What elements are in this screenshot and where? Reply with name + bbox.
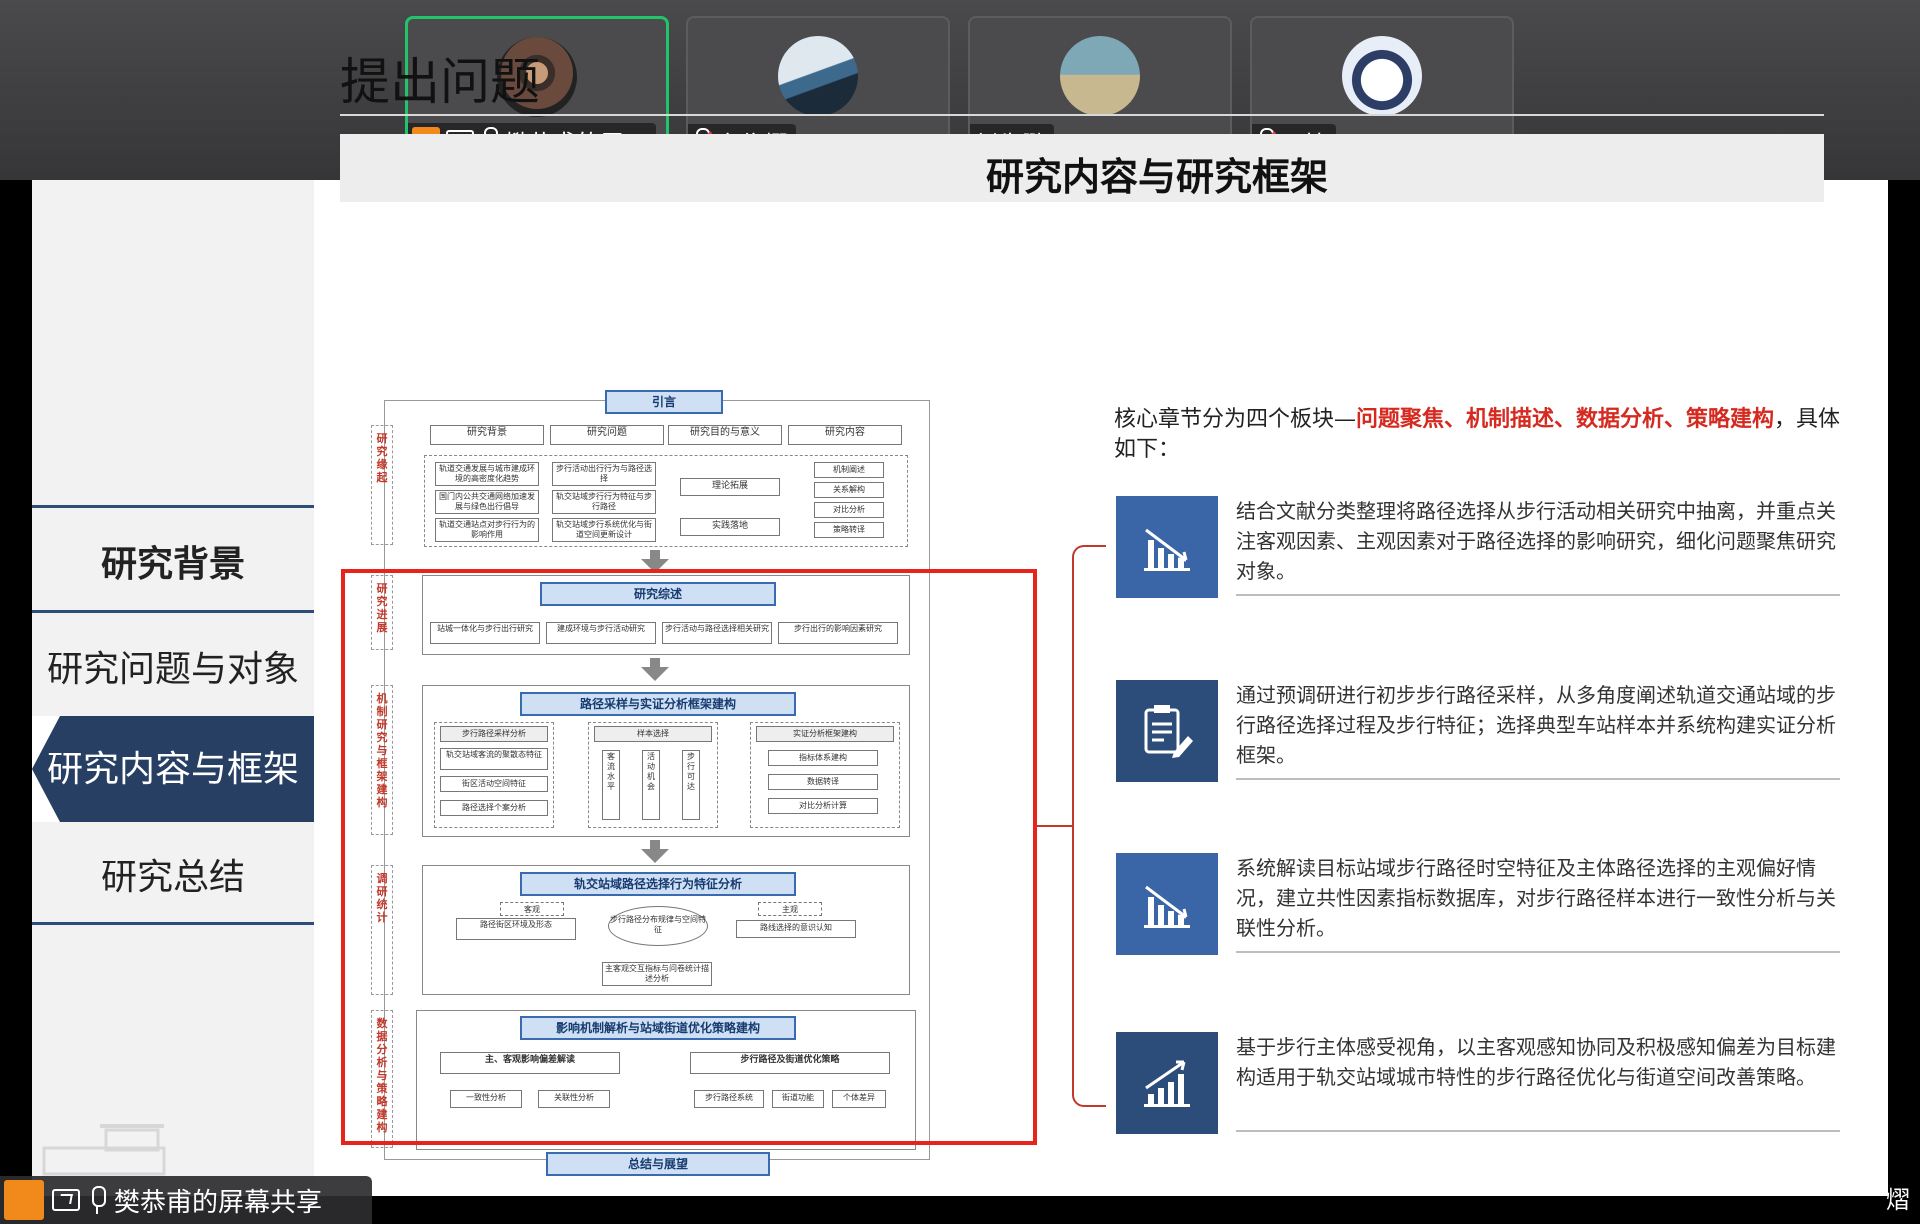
screen-share-indicator[interactable]: 樊恭甫的屏幕共享 xyxy=(0,1176,372,1224)
content-block-1: 结合文献分类整理将路径选择从步行活动相关研究中抽离，并重点关注客观因素、主观因素… xyxy=(1116,496,1844,600)
method-item: 实践落地 xyxy=(680,518,780,536)
divider xyxy=(32,610,314,613)
bar-chart-down-icon xyxy=(1116,853,1218,955)
side-label-origin: 研究缘起 xyxy=(371,425,393,545)
share-label: 樊恭甫的屏幕共享 xyxy=(114,1187,323,1218)
block-text: 通过预调研进行初步步行路径采样，从多角度阐述轨道交通站域的步行路径选择过程及步行… xyxy=(1236,683,1836,767)
bracket-connector xyxy=(1036,825,1072,827)
core-description: 核心章节分为四个板块—问题聚焦、机制描述、数据分析、策略建构，具体如下： xyxy=(1114,404,1854,465)
divider xyxy=(32,505,314,508)
slide-sidebar: 研究背景 研究问题与对象 研究内容与框架 研究总结 xyxy=(32,180,314,1196)
core-intro: 核心章节分为四个板块— xyxy=(1114,407,1357,432)
block-text: 系统解读目标站域步行路径时空特征及主体路径选择的主观偏好情况，建立共性因素指标数… xyxy=(1236,856,1836,940)
bg-item: 国门内公共交通网络加速发展与绿色出行倡导 xyxy=(435,490,539,514)
content-block-2: 通过预调研进行初步步行路径采样，从多角度阐述轨道交通站域的步行路径选择过程及步行… xyxy=(1116,680,1844,784)
sidebar-item-background: 研究背景 xyxy=(100,543,245,585)
sidebar-item-problem: 研究问题与对象 xyxy=(46,649,299,690)
block-rule xyxy=(1236,778,1840,780)
bg-item: 轨道交通发展与城市建成环境的高密度化趋势 xyxy=(435,462,539,486)
sidebar-item-summary: 研究总结 xyxy=(100,857,245,898)
intro-item: 研究目的与意义 xyxy=(668,425,782,445)
bracket xyxy=(1072,545,1106,1107)
sidebar-item-content-active: 研究内容与框架 xyxy=(32,716,314,822)
intro-item: 研究问题 xyxy=(550,425,664,445)
conclusion: 总结与展望 xyxy=(546,1152,770,1176)
avatar xyxy=(1060,36,1140,116)
slide-subtitle: 研究内容与研究框架 xyxy=(985,154,1328,199)
problem-item: 步行活动出行行为与路径选择 xyxy=(552,462,656,486)
block-rule xyxy=(1236,1130,1840,1132)
subtitle-band: 研究内容与研究框架 xyxy=(340,134,1824,202)
content-item: 策略转译 xyxy=(814,522,884,538)
method-item: 理论拓展 xyxy=(680,478,780,496)
intro-item: 研究背景 xyxy=(430,425,544,445)
problem-item: 轨交站域步行系统优化与街道空间更新设计 xyxy=(552,518,656,542)
content-item: 对比分析 xyxy=(814,502,884,518)
bg-item: 轨道交通站点对步行行为的影响作用 xyxy=(435,518,539,542)
block-text: 结合文献分类整理将路径选择从步行活动相关研究中抽离，并重点关注客观因素、主观因素… xyxy=(1236,499,1836,583)
bar-chart-down-icon xyxy=(1116,496,1218,598)
divider xyxy=(32,922,314,925)
screen-share-icon xyxy=(52,1189,80,1211)
watermark-graphic xyxy=(42,1124,166,1176)
diagram-intro: 引言 xyxy=(605,390,723,414)
sidebar-item-content: 研究内容与框架 xyxy=(46,749,299,790)
title-rule xyxy=(340,114,1824,116)
block-text: 基于步行主体感受视角，以主客观感知协同及积极感知偏差为目标建构适用于轨交站域城市… xyxy=(1236,1035,1836,1089)
block-rule xyxy=(1236,951,1840,953)
problem-item: 轨交站域步行行为特征与步行路径 xyxy=(552,490,656,514)
content-item: 关系解构 xyxy=(814,482,884,498)
block-rule xyxy=(1236,594,1840,596)
bar-chart-up-icon xyxy=(1116,1032,1218,1134)
intro-item: 研究内容 xyxy=(788,425,902,445)
avatar xyxy=(778,36,858,116)
avatar xyxy=(1342,36,1422,116)
core-highlight: 问题聚焦、机制描述、数据分析、策略建构 xyxy=(1356,406,1775,432)
content-block-3: 系统解读目标站域步行路径时空特征及主体路径选择的主观偏好情况，建立共性因素指标数… xyxy=(1116,853,1844,957)
highlight-frame xyxy=(341,569,1037,1145)
content-block-4: 基于步行主体感受视角，以主客观感知协同及积极感知偏差为目标建构适用于轨交站域城市… xyxy=(1116,1032,1844,1136)
clipboard-pen-icon xyxy=(1116,680,1218,782)
share-user-icon xyxy=(4,1180,44,1220)
slide-title: 提出问题 xyxy=(340,53,540,111)
corner-name-fragment: 熠 xyxy=(1886,1186,1910,1214)
content-item: 机制阐述 xyxy=(814,462,884,478)
microphone-icon xyxy=(88,1186,106,1214)
